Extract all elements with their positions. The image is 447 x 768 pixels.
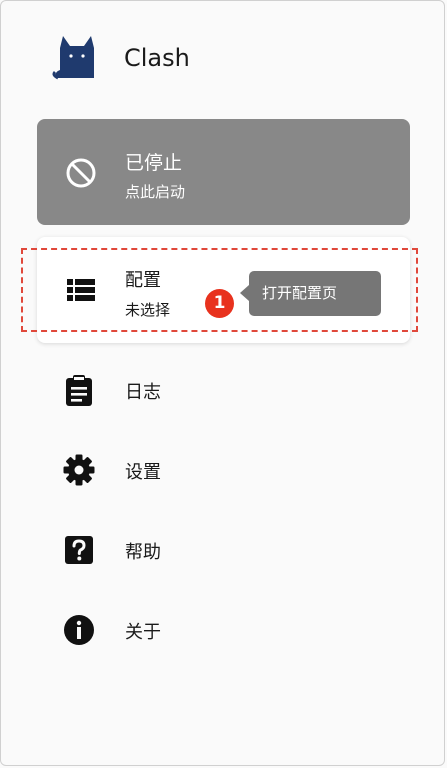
- status-subtitle: 点此启动: [125, 183, 186, 201]
- app-header: Clash: [52, 34, 392, 84]
- cat-logo-icon: [52, 36, 94, 80]
- nav-item-settings[interactable]: 设置: [37, 440, 410, 500]
- nav-label-settings: 设置: [125, 462, 161, 483]
- info-icon: [64, 615, 94, 645]
- gear-icon: [63, 454, 95, 486]
- clipboard-icon: [66, 375, 92, 406]
- nav-item-about[interactable]: 关于: [37, 600, 410, 660]
- tooltip: 打开配置页: [240, 271, 381, 316]
- app-title: Clash: [124, 44, 190, 72]
- block-icon: [66, 158, 96, 188]
- nav-item-help[interactable]: 帮助: [37, 520, 410, 580]
- step-badge: 1: [205, 289, 234, 318]
- nav-label-logs: 日志: [125, 382, 161, 403]
- nav-item-logs[interactable]: 日志: [37, 360, 410, 420]
- status-title: 已停止: [125, 152, 183, 174]
- nav-label-help: 帮助: [125, 542, 161, 563]
- help-icon: [65, 536, 93, 564]
- nav-label-about: 关于: [125, 622, 161, 643]
- status-card-start[interactable]: 已停止 点此启动: [37, 119, 410, 225]
